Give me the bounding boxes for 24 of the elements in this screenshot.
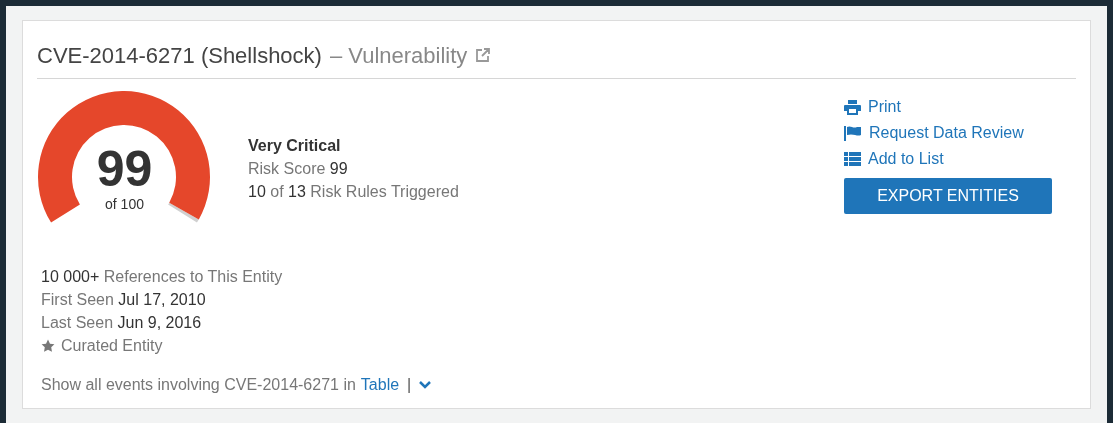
risk-detail: 10 of 13 Risk Rules Triggered: [248, 181, 459, 202]
chevron-down-icon[interactable]: [419, 381, 432, 389]
list-icon: [844, 152, 861, 166]
printer-icon: [844, 99, 861, 115]
severity-label: Very Critical: [248, 135, 342, 156]
score-caption: of 100: [105, 195, 144, 213]
action-link[interactable]: Request Data Review: [844, 120, 1052, 146]
curated-label: Curated Entity: [61, 336, 163, 356]
entity-detail: 10 000+ References to This Entity: [41, 267, 284, 287]
external-link-icon[interactable]: [475, 48, 491, 63]
action-link[interactable]: Add to List: [844, 146, 1052, 172]
entity-title: CVE-2014-6271 (Shellshock): [37, 42, 322, 70]
entity-type: – Vulnerability: [329, 42, 468, 70]
entity-detail: Last Seen Jun 9, 2016: [41, 313, 203, 333]
entity-detail: First Seen Jul 17, 2010: [41, 290, 207, 310]
separator: |: [407, 375, 412, 395]
export-button[interactable]: EXPORT ENTITIES: [844, 178, 1052, 214]
flag-icon: [844, 125, 862, 141]
risk-detail: Risk Score 99: [248, 158, 349, 179]
events-text: Show all events involving CVE-2014-6271 in: [41, 375, 356, 395]
risk-score: 99: [96, 143, 153, 195]
star-icon: [41, 338, 55, 353]
table-link[interactable]: Table: [360, 373, 400, 397]
action-link[interactable]: Print: [844, 94, 1052, 120]
